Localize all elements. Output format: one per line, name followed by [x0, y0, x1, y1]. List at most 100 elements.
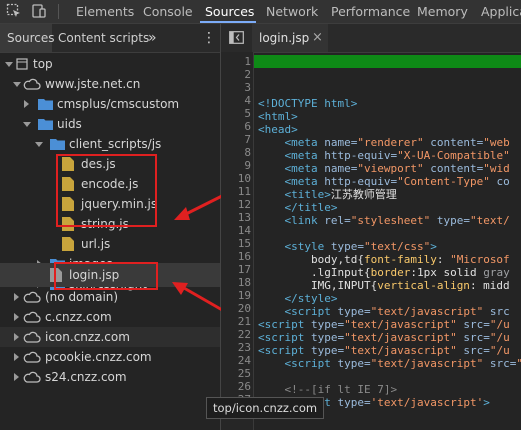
tree-item-label: icon.cnzz.com	[45, 330, 130, 344]
tree-item-label: www.jste.net.cn	[45, 77, 141, 91]
annotation-box-js-files	[56, 154, 157, 227]
line-number[interactable]: 11	[221, 185, 251, 198]
tree-item-file[interactable]: url.js	[0, 234, 220, 254]
expand-arrow-icon[interactable]	[5, 62, 13, 67]
line-number[interactable]: 3	[221, 81, 251, 94]
expand-arrow-icon[interactable]	[13, 82, 21, 87]
line-number[interactable]: 5	[221, 107, 251, 120]
line-number[interactable]: 12	[221, 198, 251, 211]
line-number[interactable]: 16	[221, 250, 251, 263]
code-line-27: <!--[if lt IE 7]>	[284, 383, 398, 396]
navigator-tab-sources[interactable]: Sources	[7, 24, 54, 52]
tab-memory[interactable]: Memory	[417, 0, 468, 23]
tree-item-label: c.cnzz.com	[45, 310, 112, 324]
tree-item-domain[interactable]: s24.cnzz.com	[0, 367, 220, 387]
code-line-17: body,td{font-family: "Microsof	[310, 253, 510, 266]
line-number[interactable]: 6	[221, 120, 251, 133]
tree-item-label: s24.cnzz.com	[45, 370, 127, 384]
close-icon[interactable]: ×	[312, 24, 323, 52]
tree-item-label: url.js	[81, 237, 111, 251]
navigator-tab-content-scripts[interactable]: Content scripts	[58, 24, 149, 52]
code-line-19: IMG,INPUT{vertical-align: midd	[310, 279, 510, 292]
tree-item-top[interactable]: top	[0, 54, 220, 74]
code-line-20: </style>	[284, 292, 338, 305]
folder-icon	[38, 119, 53, 130]
code-line-23: <script type="text/javascript" src="/u	[258, 331, 510, 344]
code-line-16: <style type="text/css">	[284, 240, 437, 253]
expand-arrow-icon[interactable]	[23, 122, 31, 127]
highlighted-line	[254, 55, 521, 68]
collapse-arrow-icon[interactable]	[14, 373, 19, 381]
inspect-element-icon[interactable]	[6, 3, 22, 19]
editor-tabs: login.jsp ×	[221, 24, 521, 53]
expand-arrow-icon[interactable]	[35, 142, 43, 147]
tree-item-domain[interactable]: www.jste.net.cn	[0, 74, 220, 94]
tab-application[interactable]: Applica	[481, 0, 521, 23]
devtools-toolbar: Elements Console Sources Network Perform…	[0, 0, 521, 24]
code-line-7: <head>	[258, 123, 298, 136]
line-number[interactable]: 15	[221, 237, 251, 250]
line-number[interactable]: 7	[221, 133, 251, 146]
code-line-6: <html>	[258, 110, 298, 123]
line-number[interactable]: 23	[221, 341, 251, 354]
code-line-21: <script type="text/javascript" src	[284, 305, 510, 318]
tab-console[interactable]: Console	[143, 0, 193, 23]
line-number[interactable]: 21	[221, 315, 251, 328]
code-line-5: <!DOCTYPE html>	[258, 97, 358, 110]
cloud-icon	[23, 311, 41, 323]
collapse-arrow-icon[interactable]	[24, 100, 29, 108]
collapse-arrow-icon[interactable]	[14, 333, 19, 341]
line-number[interactable]: 2	[221, 68, 251, 81]
active-tab-indicator	[200, 21, 256, 23]
tree-item-domain-hover[interactable]: icon.cnzz.com	[0, 327, 220, 347]
cloud-icon	[23, 371, 41, 383]
code-line-9: <meta http-equiv="X-UA-Compatible"	[284, 149, 510, 162]
annotation-arrow-icon	[172, 282, 225, 313]
line-number[interactable]: 22	[221, 328, 251, 341]
tree-item-domain[interactable]: pcookie.cnzz.com	[0, 347, 220, 367]
tab-network[interactable]: Network	[266, 0, 318, 23]
tab-elements[interactable]: Elements	[76, 0, 134, 23]
tree-item-label: pcookie.cnzz.com	[45, 350, 152, 364]
line-number[interactable]: 8	[221, 146, 251, 159]
editor-tab-login-jsp[interactable]: login.jsp ×	[252, 24, 328, 52]
code-line-22: <script type="text/javascript" src="/u	[258, 318, 510, 331]
code-line-10: <meta name="viewport" content="wid	[284, 162, 510, 175]
line-number[interactable]: 9	[221, 159, 251, 172]
collapse-arrow-icon[interactable]	[14, 353, 19, 361]
navigator-menu-icon[interactable]: ⋮	[202, 24, 216, 52]
line-number[interactable]: 19	[221, 289, 251, 302]
line-number[interactable]: 17	[221, 263, 251, 276]
line-number[interactable]: 14	[221, 224, 251, 237]
tab-sources[interactable]: Sources	[205, 0, 254, 23]
tree-item-label: client_scripts/js	[69, 137, 162, 151]
line-number[interactable]: 25	[221, 367, 251, 380]
line-number[interactable]: 26	[221, 380, 251, 393]
code-line-14: <link rel="stylesheet" type="text/	[284, 214, 510, 227]
device-toggle-icon[interactable]	[31, 3, 47, 19]
line-number[interactable]: 24	[221, 354, 251, 367]
collapse-arrow-icon[interactable]	[14, 293, 19, 301]
navigator-tabs: Sources Content scripts » ⋮	[0, 24, 220, 53]
line-number[interactable]: 13	[221, 211, 251, 224]
line-number[interactable]: 1	[221, 55, 251, 68]
tree-item-folder[interactable]: client_scripts/js	[0, 134, 220, 154]
tab-performance[interactable]: Performance	[331, 0, 410, 23]
js-file-icon	[62, 237, 74, 251]
code-line-18: .lgInput{border:1px solid gray	[310, 266, 510, 279]
tree-item-folder[interactable]: cmsplus/cmscustom	[0, 94, 220, 114]
collapse-arrow-icon[interactable]	[14, 313, 19, 321]
more-tabs-icon[interactable]: »	[148, 24, 157, 52]
line-number[interactable]: 10	[221, 172, 251, 185]
line-number[interactable]: 18	[221, 276, 251, 289]
tree-item-label: uids	[57, 117, 82, 131]
line-number[interactable]: 4	[221, 94, 251, 107]
cloud-icon	[23, 351, 41, 363]
cloud-icon	[23, 331, 41, 343]
line-number[interactable]: 20	[221, 302, 251, 315]
folder-icon	[50, 139, 65, 150]
toggle-navigator-icon[interactable]	[229, 31, 244, 44]
tree-item-folder[interactable]: uids	[0, 114, 220, 134]
annotation-box-login-jsp	[54, 262, 158, 290]
toolbar-separator	[58, 4, 59, 19]
